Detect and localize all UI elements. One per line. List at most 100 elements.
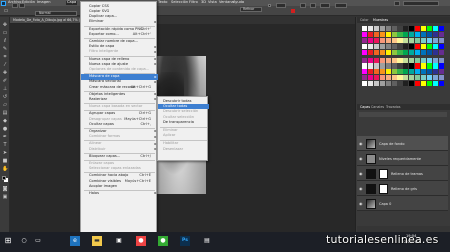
- color-swatch-cell[interactable]: [362, 37, 368, 43]
- color-swatch-cell[interactable]: [367, 75, 374, 81]
- move-tool-icon[interactable]: ✥: [2, 22, 8, 28]
- color-swatch-cell[interactable]: [409, 69, 415, 75]
- menu-3d[interactable]: 3D: [201, 0, 206, 5]
- menu-capa[interactable]: Capa: [66, 0, 78, 5]
- gradient-tool-icon[interactable]: ▤: [2, 110, 8, 116]
- color-swatch-cell[interactable]: [421, 69, 427, 75]
- color-swatch-cell[interactable]: [403, 43, 409, 49]
- layer-menu-item[interactable]: Acoplar imagen: [81, 184, 158, 189]
- layer-menu-item[interactable]: Ocultar capas Ctrl+,: [81, 122, 158, 127]
- layer-menu-item[interactable]: Nueva capa basada en sector: [81, 104, 158, 109]
- menu-ventana[interactable]: Ventana: [219, 0, 234, 5]
- color-swatch-cell[interactable]: [426, 75, 433, 81]
- layer-menu-item[interactable]: Combinar formas ▸: [81, 134, 158, 139]
- color-swatch-cell[interactable]: [362, 31, 368, 38]
- color-swatch-cell[interactable]: [379, 57, 385, 63]
- color-swatch-cell[interactable]: [391, 63, 397, 69]
- color-swatch-cell[interactable]: [373, 43, 379, 49]
- color-swatch-cell[interactable]: [421, 57, 427, 63]
- color-swatch-cell[interactable]: [362, 69, 368, 75]
- visibility-eye-icon[interactable]: ◉: [359, 156, 363, 161]
- color-swatch-cell[interactable]: [373, 26, 379, 32]
- color-swatch-cell[interactable]: [385, 63, 391, 69]
- color-swatch-cell[interactable]: [421, 49, 427, 55]
- file-explorer-icon[interactable]: ▬: [92, 236, 102, 246]
- type-tool-icon[interactable]: T: [2, 142, 8, 148]
- app-icon-red[interactable]: ●: [136, 236, 146, 246]
- mask-submenu-item[interactable]: Aplicar: [158, 133, 209, 138]
- color-swatch-cell[interactable]: [385, 26, 391, 32]
- task-view-icon[interactable]: ▭: [33, 236, 43, 246]
- color-swatch-cell[interactable]: [385, 49, 391, 55]
- color-swatch-cell[interactable]: [421, 81, 427, 87]
- color-swatch-cell[interactable]: [432, 75, 438, 81]
- shape-tool-icon[interactable]: ■: [2, 158, 8, 164]
- option-select-d[interactable]: [335, 2, 347, 8]
- color-swatch-cell[interactable]: [409, 37, 415, 43]
- layer-menu-item[interactable]: Rasterizar ▸: [81, 97, 158, 102]
- layer-menu-item[interactable]: Opciones de contenido de capa...: [81, 67, 158, 72]
- color-swatch-cell[interactable]: [403, 31, 409, 38]
- history-brush-tool-icon[interactable]: ↺: [2, 94, 8, 100]
- color-swatch-cell[interactable]: [438, 57, 444, 63]
- color-swatch-cell[interactable]: [385, 37, 391, 43]
- color-swatch-cell[interactable]: [432, 81, 438, 87]
- app-icon-green[interactable]: ●: [158, 236, 168, 246]
- marquee-tool-icon[interactable]: ▭: [2, 30, 8, 36]
- color-swatch-cell[interactable]: [438, 81, 444, 87]
- color-swatch-cell[interactable]: [403, 69, 409, 75]
- color-swatch-cell[interactable]: [421, 63, 427, 69]
- color-swatch-cell[interactable]: [403, 26, 409, 32]
- layer-row[interactable]: ◉ Capa de fondo: [357, 136, 448, 151]
- brush-tool-icon[interactable]: ✐: [2, 78, 8, 84]
- workspace-select[interactable]: [403, 1, 439, 6]
- color-swatch-cell[interactable]: [403, 81, 409, 87]
- option-toggle-a[interactable]: [300, 2, 306, 8]
- color-swatch-cell[interactable]: [438, 75, 444, 81]
- layer-row[interactable]: ◉ Capa 0: [357, 196, 448, 211]
- color-swatch-cell[interactable]: [385, 31, 391, 38]
- color-swatch-cell[interactable]: [373, 63, 379, 69]
- color-swatch-cell[interactable]: [362, 63, 368, 69]
- color-swatch-cell[interactable]: [397, 57, 403, 63]
- color-swatch-cell[interactable]: [426, 63, 433, 69]
- layer-row[interactable]: ◉ Relleno de tramas: [357, 166, 448, 181]
- color-swatch-cell[interactable]: [362, 57, 368, 63]
- color-swatch-cell[interactable]: [391, 81, 397, 87]
- pen-tool-icon[interactable]: ✒: [2, 134, 8, 140]
- color-swatch-cell[interactable]: [373, 49, 379, 55]
- layer-menu-item[interactable]: Seleccionar capas enlazadas: [81, 166, 158, 171]
- color-swatch-cell[interactable]: [403, 75, 409, 81]
- antialias-checkbox[interactable]: [268, 3, 271, 7]
- color-swatch-cell[interactable]: [415, 49, 421, 55]
- crop-tool-icon[interactable]: ⌗: [2, 54, 8, 60]
- color-swatch-cell[interactable]: [432, 57, 438, 63]
- color-swatch-cell[interactable]: [426, 26, 433, 32]
- layer-menu-item[interactable]: Filtro inteligente ▸: [81, 49, 158, 55]
- color-swatch-cell[interactable]: [438, 43, 444, 49]
- layer-menu-item[interactable]: Crear máscara de recorte Alt+Ctrl+G: [81, 85, 158, 90]
- color-swatch-cell[interactable]: [438, 63, 444, 69]
- color-swatch-cell[interactable]: [426, 49, 433, 55]
- color-swatch-cell[interactable]: [362, 49, 368, 55]
- color-swatch-cell[interactable]: [438, 26, 444, 32]
- color-swatch-cell[interactable]: [426, 81, 433, 87]
- color-swatch-cell[interactable]: [391, 75, 397, 81]
- color-swatch-cell[interactable]: [403, 49, 409, 55]
- option-toggle-b[interactable]: [310, 2, 316, 8]
- dodge-tool-icon[interactable]: ●: [2, 126, 8, 132]
- color-swatch-cell[interactable]: [362, 81, 368, 87]
- refine-edge-button[interactable]: Refinar: [240, 6, 262, 12]
- color-swatch-cell[interactable]: [379, 31, 385, 38]
- eyedropper-tool-icon[interactable]: ⁄: [2, 62, 8, 68]
- color-swatch-cell[interactable]: [373, 69, 379, 75]
- color-swatch-cell[interactable]: [367, 26, 374, 32]
- color-swatch-cell[interactable]: [397, 63, 403, 69]
- color-swatch-cell[interactable]: [391, 26, 397, 32]
- color-swatch-cell[interactable]: [421, 75, 427, 81]
- color-swatch-cell[interactable]: [379, 81, 385, 87]
- color-swatch-cell[interactable]: [379, 63, 385, 69]
- color-swatch-cell[interactable]: [409, 31, 415, 38]
- color-swatch-cell[interactable]: [397, 81, 403, 87]
- color-swatch-cell[interactable]: [415, 81, 421, 87]
